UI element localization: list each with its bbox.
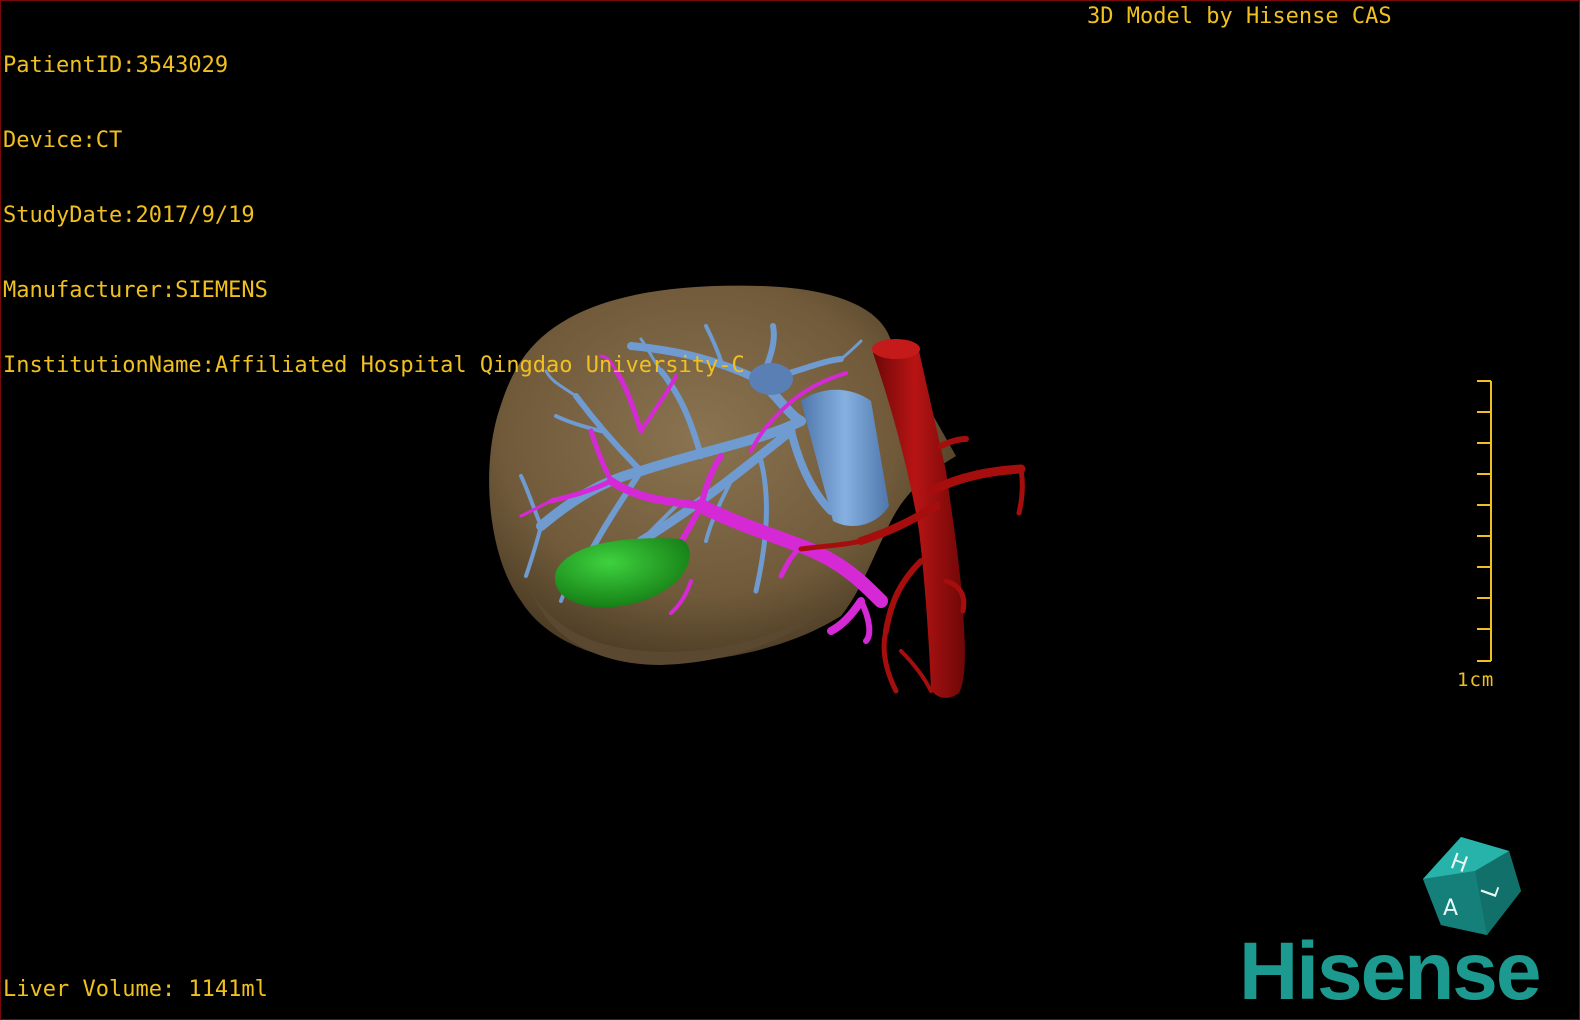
model-credit: 3D Model by Hisense CAS <box>1087 4 1392 29</box>
institution-name: InstitutionName:Affiliated Hospital Qing… <box>3 353 745 378</box>
hepatic-vein-confluence <box>749 363 793 395</box>
study-date: StudyDate:2017/9/19 <box>3 203 255 228</box>
device: Device:CT <box>3 128 123 153</box>
scale-label: 1cm <box>1457 669 1495 691</box>
hisense-logo: Hisense <box>1239 926 1542 1017</box>
liver-volume: Liver Volume: 1141ml <box>3 977 268 1002</box>
scale-bar <box>1477 380 1492 662</box>
patient-id: PatientID:3543029 <box>3 53 229 78</box>
3d-viewport[interactable]: PatientID:3543029 Device:CT StudyDate:20… <box>0 0 1580 1020</box>
cube-letter-a: A <box>1443 896 1458 921</box>
manufacturer: Manufacturer:SIEMENS <box>3 278 268 303</box>
dicom-info-overlay: PatientID:3543029 Device:CT StudyDate:20… <box>3 3 745 428</box>
aorta-top <box>872 339 920 359</box>
